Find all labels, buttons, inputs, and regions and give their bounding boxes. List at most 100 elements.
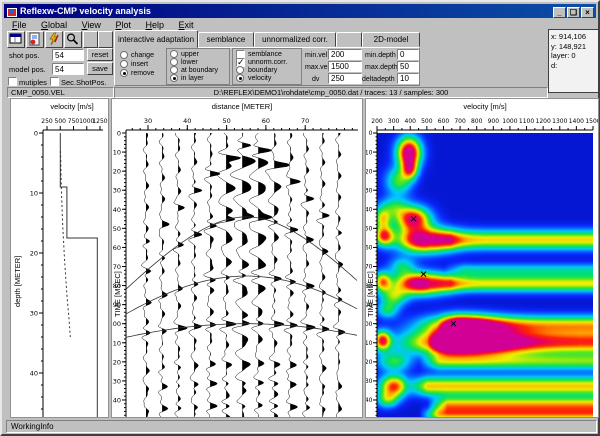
reset-button[interactable]: reset xyxy=(87,48,113,61)
svg-text:600: 600 xyxy=(438,118,450,125)
mutiples-label: mutiples xyxy=(19,78,47,87)
velocity-model-panel[interactable]: velocity [m/s] depth [METER] 25050075010… xyxy=(10,98,109,418)
tab-blank[interactable] xyxy=(336,32,362,47)
position-upper-label: upper xyxy=(181,51,199,59)
max-depth-input[interactable] xyxy=(397,61,419,72)
info-x: x: 914,106 xyxy=(551,32,596,42)
svg-text:200: 200 xyxy=(371,118,383,125)
svg-text:130: 130 xyxy=(112,377,121,385)
position-radio-upper[interactable] xyxy=(170,50,178,58)
svg-text:70: 70 xyxy=(113,263,121,271)
svg-text:140: 140 xyxy=(366,397,373,404)
mutiples-checkbox[interactable] xyxy=(8,77,17,86)
svg-text:70: 70 xyxy=(301,117,309,125)
document-zoom-icon[interactable] xyxy=(26,31,44,48)
svg-text:1300: 1300 xyxy=(552,118,567,125)
svg-text:400: 400 xyxy=(405,118,417,125)
time-axis-label: TIME [MSEC] xyxy=(113,271,122,317)
svg-text:1400: 1400 xyxy=(569,118,584,125)
depth-axis-label: depth [METER] xyxy=(13,256,22,307)
svg-text:10: 10 xyxy=(113,149,121,157)
tab-interactive-adaptation[interactable]: interactive adaptation xyxy=(114,30,198,48)
svg-text:120: 120 xyxy=(112,358,121,366)
svg-text:900: 900 xyxy=(488,118,500,125)
model-pos-input[interactable] xyxy=(52,63,84,75)
deltadepth-input[interactable] xyxy=(397,73,419,84)
svg-text:40: 40 xyxy=(183,117,191,125)
svg-text:100: 100 xyxy=(366,321,373,328)
mode-radio-change[interactable] xyxy=(120,51,128,59)
svg-text:60: 60 xyxy=(262,117,270,125)
svg-text:50: 50 xyxy=(222,117,230,125)
sec-shotpos-checkbox[interactable] xyxy=(50,77,59,86)
svg-text:800: 800 xyxy=(471,118,483,125)
min-vel-input[interactable] xyxy=(328,49,362,60)
menu-view[interactable]: View xyxy=(76,19,107,31)
lightning-pen-icon[interactable] xyxy=(45,31,63,48)
svg-text:0: 0 xyxy=(369,130,373,137)
mode-radio-remove[interactable] xyxy=(120,69,128,77)
tab-2d-model[interactable]: 2D-model xyxy=(362,32,420,47)
position-radio-lower[interactable] xyxy=(170,58,178,66)
magnifier-icon[interactable] xyxy=(64,31,82,48)
svg-text:250: 250 xyxy=(41,118,53,125)
minimize-button[interactable]: _ xyxy=(553,7,566,18)
window-grid-icon[interactable] xyxy=(7,31,25,48)
svg-text:40: 40 xyxy=(113,206,121,214)
dv-input[interactable] xyxy=(328,73,362,84)
cmp-gather-panel[interactable]: distance [METER] TIME [MSEC] 30405060700… xyxy=(111,98,363,418)
svg-text:500: 500 xyxy=(421,118,433,125)
disabled-button-1 xyxy=(83,31,98,48)
file-info: D:\REFLEX\DEMO1\rohdate\cmp_0050.dat / t… xyxy=(114,87,548,98)
svg-text:30: 30 xyxy=(113,187,121,195)
min-vel-label: min.vel xyxy=(305,52,327,60)
svg-text:30: 30 xyxy=(30,310,38,318)
max-vel-input[interactable] xyxy=(328,61,362,72)
tab-unnormalized-corr[interactable]: unnormalized corr. xyxy=(254,32,336,47)
svg-text:1250: 1250 xyxy=(92,118,107,125)
svg-text:1000: 1000 xyxy=(502,118,517,125)
distance-axis-title: distance [METER] xyxy=(126,102,358,111)
cmp-gather-plot[interactable]: 3040506070010203040506070809010011012013… xyxy=(112,99,363,418)
min-depth-label: min.depth xyxy=(365,52,396,60)
boundary-radio[interactable] xyxy=(236,66,244,74)
shot-pos-input[interactable] xyxy=(52,49,84,61)
mode-insert-label: insert xyxy=(131,61,148,69)
svg-text:30: 30 xyxy=(144,117,152,125)
svg-text:20: 20 xyxy=(113,168,121,176)
svg-text:30: 30 xyxy=(366,187,373,194)
velocity-radio[interactable] xyxy=(236,74,244,82)
semblance-axes-overlay: 2003004005006007008009001000110012001300… xyxy=(366,99,599,418)
mode-change-label: change xyxy=(131,52,154,60)
position-radio-in-layer[interactable] xyxy=(170,74,178,82)
maximize-button[interactable]: ❏ xyxy=(567,7,580,18)
svg-text:110: 110 xyxy=(366,340,373,347)
velocity-model-plot[interactable]: 25050075010001250010203040 xyxy=(11,99,109,418)
semblance-panel[interactable]: velocity [m/s] TIME [MSEC] 2003004005006… xyxy=(365,98,599,418)
svg-text:20: 20 xyxy=(30,250,38,258)
svg-text:750: 750 xyxy=(68,118,80,125)
window-title: Reflexw-CMP velocity analysis xyxy=(20,6,151,16)
dv-label: dv xyxy=(312,76,319,84)
svg-text:700: 700 xyxy=(454,118,466,125)
svg-text:40: 40 xyxy=(30,370,38,378)
sec-shotpos-label: Sec.ShotPos. xyxy=(61,78,106,87)
menu-global[interactable]: Global xyxy=(35,19,73,31)
mode-remove-label: remove xyxy=(131,70,154,78)
position-lower-label: lower xyxy=(181,59,198,67)
menu-file[interactable]: File xyxy=(6,19,33,31)
svg-text:0: 0 xyxy=(34,130,38,138)
model-pos-label: model pos. xyxy=(9,65,46,74)
info-y: y: 148,921 xyxy=(551,42,596,52)
shot-pos-label: shot pos. xyxy=(9,51,39,60)
velocity-model-title: velocity [m/s] xyxy=(33,102,109,111)
status-bar: WorkingInfo xyxy=(6,420,597,433)
mode-radio-insert[interactable] xyxy=(120,60,128,68)
boundary-label: boundary xyxy=(248,67,277,75)
svg-text:60: 60 xyxy=(113,244,121,252)
min-depth-input[interactable] xyxy=(397,49,419,60)
save-button[interactable]: save xyxy=(87,62,113,75)
position-radio-at-boundary[interactable] xyxy=(170,66,178,74)
close-button[interactable]: × xyxy=(581,7,594,18)
tab-semblance[interactable]: semblance xyxy=(198,32,254,47)
